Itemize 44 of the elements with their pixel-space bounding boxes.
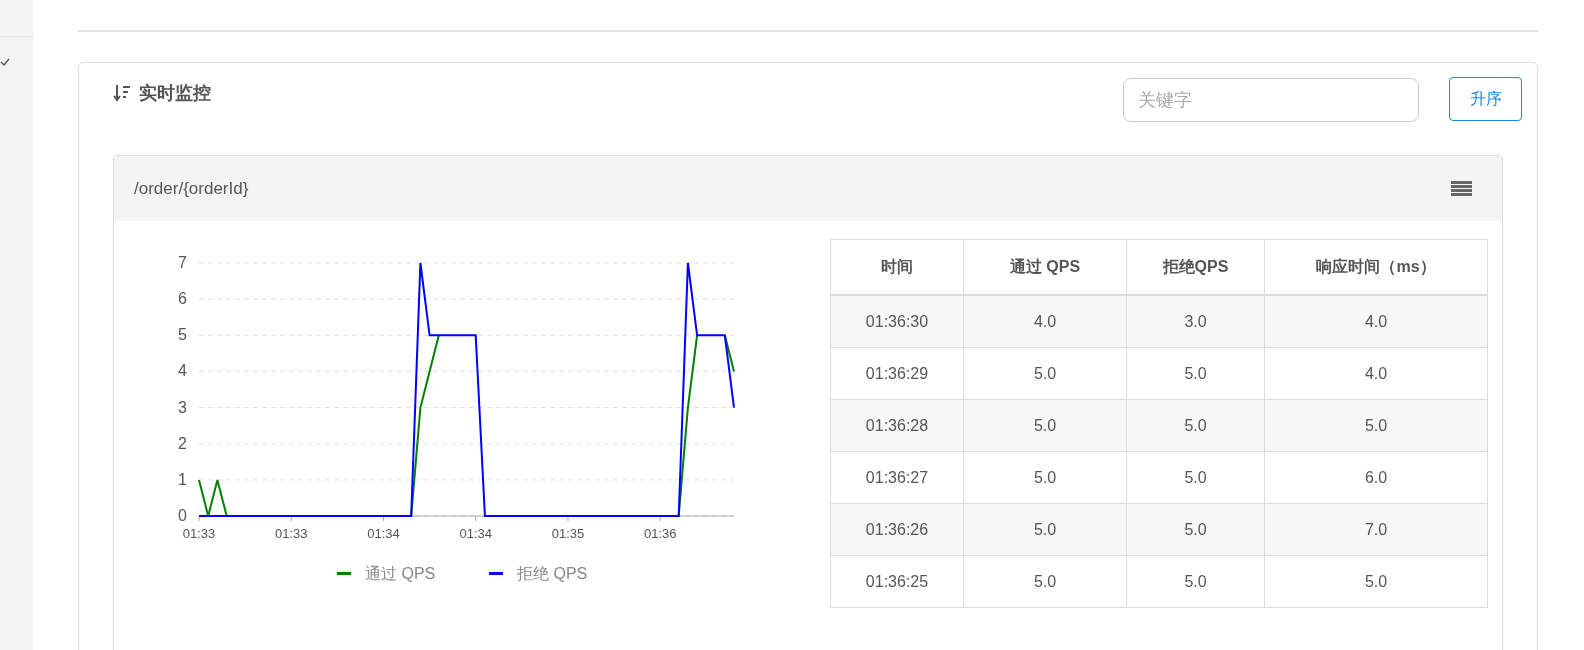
x-tick-label: 01:35	[551, 526, 585, 541]
x-tick-label: 01:33	[182, 526, 216, 541]
table-cell: 01:36:30	[830, 295, 964, 348]
table-cell: 5.0	[963, 347, 1127, 400]
table-cell: 5.0	[963, 451, 1127, 504]
x-tick-label: 01:36	[643, 526, 677, 541]
y-tick-label: 1	[178, 470, 187, 488]
table-cell: 4.0	[1264, 295, 1488, 348]
y-tick-label: 6	[178, 290, 187, 308]
section-title: 实时监控	[139, 82, 211, 105]
y-tick-label: 4	[178, 362, 187, 380]
table-cell: 4.0	[1264, 347, 1488, 400]
legend-label[interactable]: 拒绝 QPS	[517, 565, 588, 582]
table-cell: 5.0	[1126, 503, 1265, 556]
table-cell: 5.0	[963, 555, 1127, 608]
search-field[interactable]: 关键字	[1123, 78, 1419, 122]
x-tick-label: 01:34	[367, 526, 400, 541]
table-cell: 5.0	[1126, 451, 1265, 504]
table-cell: 01:36:26	[830, 503, 964, 556]
table-cell: 01:36:27	[830, 451, 964, 504]
table-cell: 5.0	[1126, 399, 1265, 452]
resource-title: /order/{orderId}	[134, 178, 249, 199]
table-cell: 01:36:28	[830, 399, 964, 452]
y-tick-label: 2	[178, 434, 187, 452]
table-cell: 5.0	[1126, 347, 1265, 400]
table-cell: 7.0	[1264, 503, 1488, 556]
sort-button[interactable]: 升序	[1449, 77, 1522, 121]
x-tick-label: 01:34	[459, 526, 492, 541]
table-cell: 5.0	[1126, 555, 1265, 608]
y-tick-label: 3	[178, 398, 187, 416]
table-cell: 01:36:25	[830, 555, 964, 608]
table-cell: 5.0	[963, 399, 1127, 452]
table-cell: 6.0	[1264, 451, 1488, 504]
y-tick-label: 7	[178, 254, 187, 271]
table-cell: 3.0	[1126, 295, 1265, 348]
table-cell: 5.0	[1264, 555, 1488, 608]
legend-label[interactable]: 通过 QPS	[365, 565, 436, 582]
x-tick-label: 01:33	[274, 526, 308, 541]
table-cell: 5.0	[1264, 399, 1488, 452]
y-tick-label: 0	[178, 507, 187, 524]
table-cell: 5.0	[963, 503, 1127, 556]
table-cell: 4.0	[963, 295, 1127, 348]
table-cell: 01:36:29	[830, 347, 964, 400]
y-tick-label: 5	[178, 326, 187, 344]
